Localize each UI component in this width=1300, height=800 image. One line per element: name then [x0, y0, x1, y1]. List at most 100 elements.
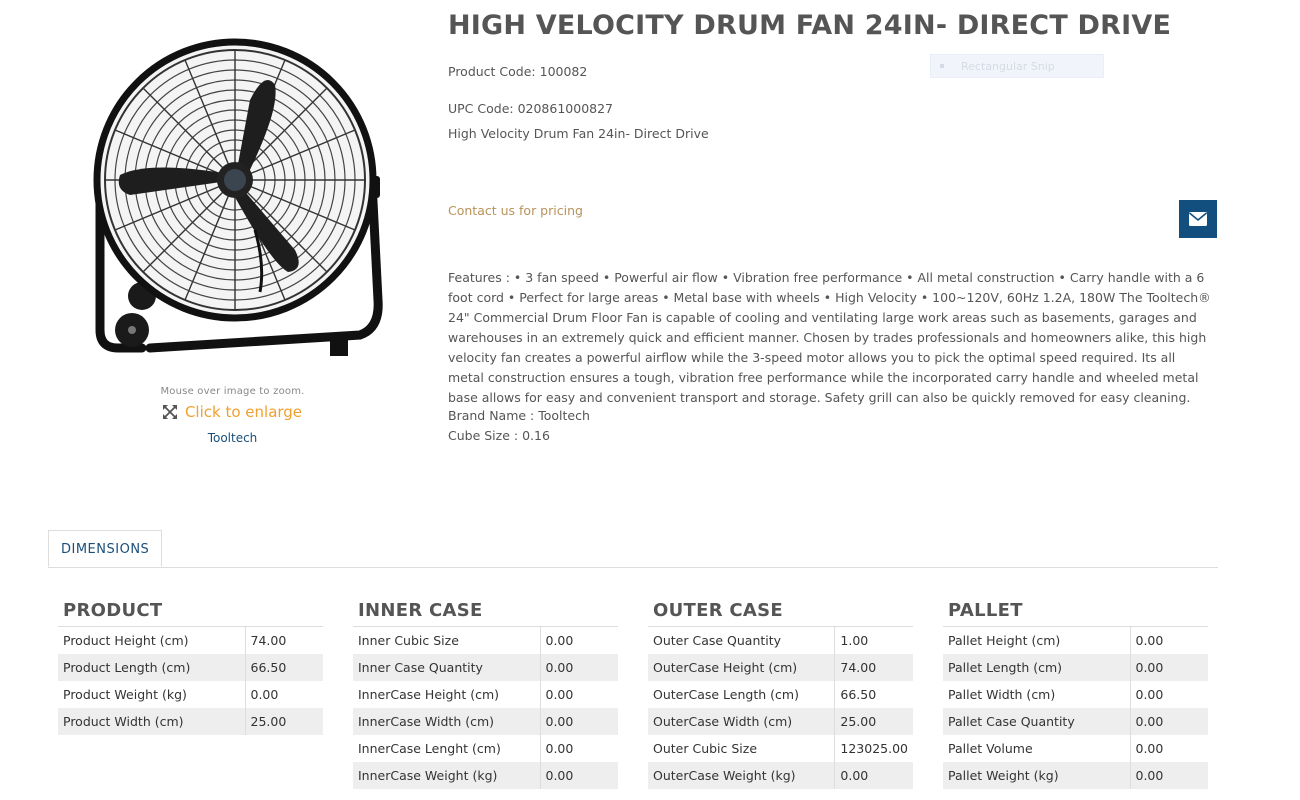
row-value: 0.00	[1129, 681, 1208, 708]
table-row: Product Weight (kg) 0.00	[58, 681, 323, 708]
row-label: Pallet Height (cm)	[948, 633, 1061, 648]
row-value: 0.00	[1129, 654, 1208, 681]
table-row: InnerCase Height (cm) 0.00	[353, 681, 618, 708]
dimension-table: Outer Case Quantity 1.00 OuterCase Height…	[648, 627, 913, 789]
row-value: 0.00	[244, 681, 323, 708]
row-label: OuterCase Height (cm)	[648, 654, 835, 681]
upc-code: UPC Code: 020861000827	[448, 101, 614, 116]
product-code: Product Code: 100082	[448, 64, 588, 79]
page-title: HIGH VELOCITY DRUM FAN 24IN- DIRECT DRIV…	[448, 10, 1172, 41]
table-row: InnerCase Width (cm) 0.00	[353, 708, 618, 735]
row-label: Pallet Length (cm)	[943, 654, 1130, 681]
row-label: Inner Case Quantity	[353, 654, 540, 681]
table-row: InnerCase Lenght (cm) 0.00	[353, 735, 618, 762]
row-value: 0.00	[1129, 708, 1208, 735]
row-value: 66.50	[834, 681, 913, 708]
snip-label: Rectangular Snip	[961, 60, 1055, 73]
table-row: Pallet Case Quantity 0.00	[943, 708, 1208, 735]
row-value: 0.00	[539, 735, 618, 762]
short-description: High Velocity Drum Fan 24in- Direct Driv…	[448, 126, 709, 141]
row-value: 0.00	[1129, 735, 1208, 762]
row-label: InnerCase Width (cm)	[353, 708, 540, 735]
row-value: 25.00	[834, 708, 913, 735]
section-title: OUTER CASE	[648, 600, 913, 627]
table-row: Pallet Width (cm) 0.00	[943, 681, 1208, 708]
click-to-enlarge-button[interactable]: Click to enlarge	[60, 403, 405, 421]
table-row: Product Width (cm) 25.00	[58, 708, 323, 735]
table-row: Product Length (cm) 66.50	[58, 654, 323, 681]
email-button[interactable]	[1179, 200, 1217, 238]
product-image-panel: Mouse over image to zoom. Click to enlar…	[60, 30, 405, 445]
row-value: 0.00	[539, 654, 618, 681]
product-image[interactable]	[60, 30, 405, 370]
section-title: PALLET	[943, 600, 1208, 627]
expand-icon	[162, 405, 177, 419]
product-info: HIGH VELOCITY DRUM FAN 24IN- DIRECT DRIV…	[448, 10, 1218, 443]
contact-for-pricing-link[interactable]: Contact us for pricing	[448, 203, 583, 218]
row-label: InnerCase Weight (kg)	[353, 762, 540, 789]
envelope-icon	[1189, 212, 1207, 226]
row-value: 0.00	[539, 627, 618, 654]
row-value: 66.50	[244, 654, 323, 681]
row-value: 1.00	[834, 627, 913, 654]
row-label: Pallet Width (cm)	[948, 687, 1056, 702]
rectangular-snip-overlay: Rectangular Snip	[930, 54, 1104, 78]
table-row: Pallet Length (cm) 0.00	[943, 654, 1208, 681]
row-value: 74.00	[834, 654, 913, 681]
row-label: Product Length (cm)	[58, 654, 245, 681]
row-value: 0.00	[539, 762, 618, 789]
tab-bar: DIMENSIONS	[48, 530, 1218, 568]
dimension-table: Pallet Height (cm) 0.00 Pallet Length (cm…	[943, 627, 1208, 789]
row-label: Pallet Weight (kg)	[943, 762, 1130, 789]
dimensions-product: PRODUCT Product Height (cm) 74.00 Product…	[58, 600, 323, 735]
row-value: 74.00	[244, 627, 323, 654]
table-row: OuterCase Weight (kg) 0.00	[648, 762, 913, 789]
table-row: Pallet Height (cm) 0.00	[943, 627, 1208, 654]
row-value: 0.00	[539, 681, 618, 708]
table-row: Outer Cubic Size 123025.00	[648, 735, 913, 762]
dimensions-inner-case: INNER CASE Inner Cubic Size 0.00 Inner Ca…	[353, 600, 618, 789]
table-row: Pallet Volume 0.00	[943, 735, 1208, 762]
row-label: Product Weight (kg)	[63, 687, 187, 702]
row-label: Outer Case Quantity	[653, 633, 782, 648]
row-label: OuterCase Weight (kg)	[648, 762, 835, 789]
row-label: InnerCase Lenght (cm)	[358, 741, 501, 756]
row-value: 0.00	[834, 762, 913, 789]
click-to-enlarge-label: Click to enlarge	[184, 403, 303, 421]
table-row: Outer Case Quantity 1.00	[648, 627, 913, 654]
table-row: Inner Case Quantity 0.00	[353, 654, 618, 681]
dimensions-outer-case: OUTER CASE Outer Case Quantity 1.00 Outer…	[648, 600, 913, 789]
row-value: 0.00	[539, 708, 618, 735]
row-label: Pallet Volume	[948, 741, 1033, 756]
dimensions-pallet: PALLET Pallet Height (cm) 0.00 Pallet Len…	[943, 600, 1208, 789]
features-description: Features : • 3 fan speed • Powerful air …	[448, 270, 1211, 405]
row-value: 25.00	[244, 708, 323, 735]
row-label: Pallet Case Quantity	[943, 708, 1130, 735]
tab-dimensions[interactable]: DIMENSIONS	[48, 530, 163, 567]
section-title: PRODUCT	[58, 600, 323, 627]
table-row: Pallet Weight (kg) 0.00	[943, 762, 1208, 789]
table-row: Product Height (cm) 74.00	[58, 627, 323, 654]
row-label: InnerCase Height (cm)	[358, 687, 500, 702]
brand-link[interactable]: Tooltech	[60, 431, 405, 445]
row-label: Product Height (cm)	[63, 633, 189, 648]
brand-name: Brand Name : Tooltech	[448, 408, 590, 423]
dimension-table: Product Height (cm) 74.00 Product Length …	[58, 627, 323, 735]
row-value: 0.00	[1129, 627, 1208, 654]
row-label: Product Width (cm)	[58, 708, 245, 735]
table-row: InnerCase Weight (kg) 0.00	[353, 762, 618, 789]
cube-size: Cube Size : 0.16	[448, 428, 550, 443]
row-label: OuterCase Width (cm)	[648, 708, 835, 735]
table-row: OuterCase Height (cm) 74.00	[648, 654, 913, 681]
zoom-hint: Mouse over image to zoom.	[160, 386, 305, 397]
row-label: Inner Cubic Size	[358, 633, 459, 648]
section-title: INNER CASE	[353, 600, 618, 627]
snip-icon	[940, 64, 944, 68]
table-row: OuterCase Length (cm) 66.50	[648, 681, 913, 708]
dimension-table: Inner Cubic Size 0.00 Inner Case Quantity…	[353, 627, 618, 789]
row-value: 0.00	[1129, 762, 1208, 789]
row-label: Outer Cubic Size	[653, 741, 758, 756]
table-row: Inner Cubic Size 0.00	[353, 627, 618, 654]
row-value: 123025.00	[834, 735, 913, 762]
row-label: OuterCase Length (cm)	[653, 687, 799, 702]
